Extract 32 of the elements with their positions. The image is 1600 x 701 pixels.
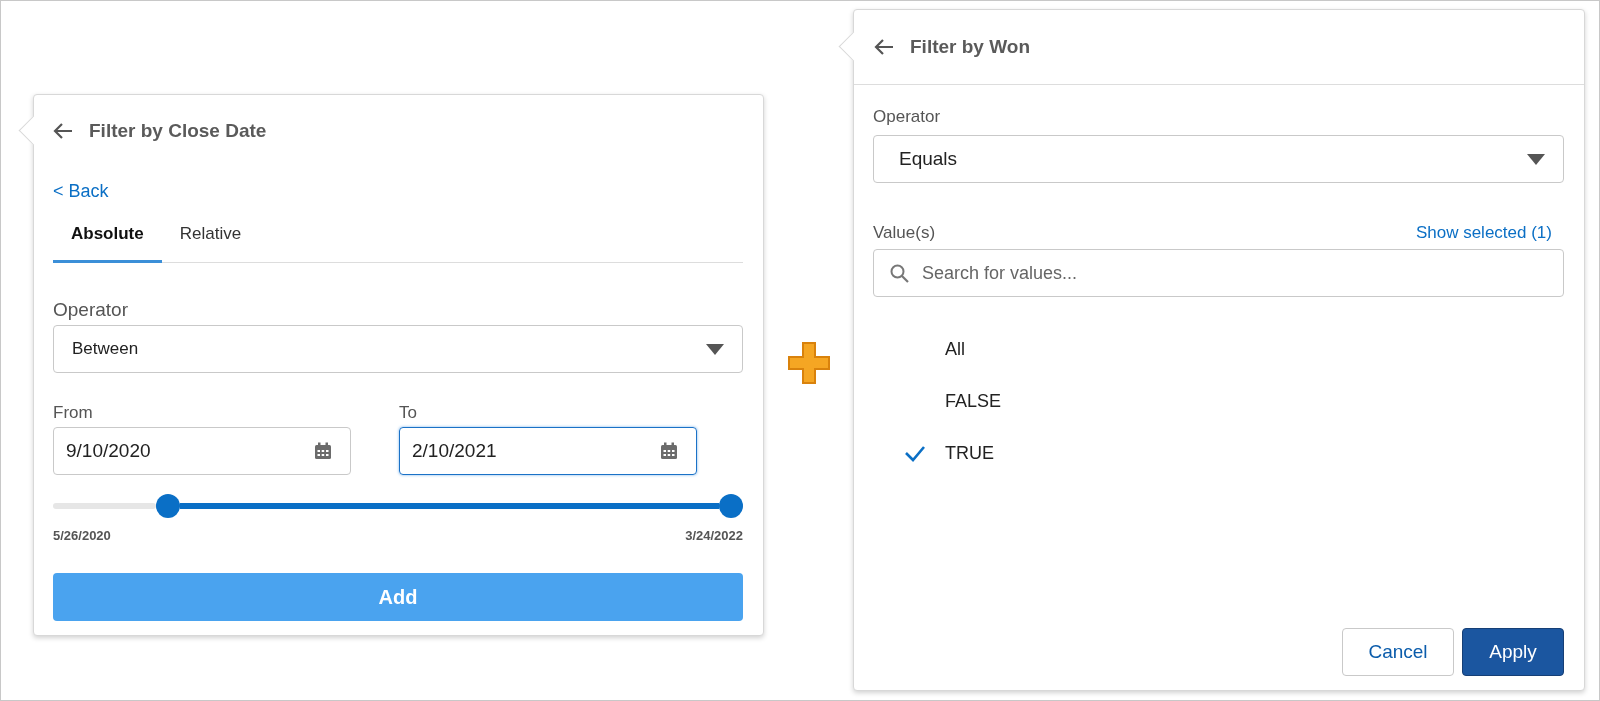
calendar-icon[interactable] — [314, 442, 332, 460]
dropdown-caret-icon — [706, 343, 724, 355]
slider-handle[interactable] — [719, 494, 743, 518]
cancel-button[interactable]: Cancel — [1342, 628, 1454, 676]
date-field[interactable]: 9/10/2020 — [53, 427, 351, 475]
dropdown-caret-icon — [1527, 153, 1545, 165]
field-label: To — [399, 403, 418, 423]
field-label: From — [53, 403, 94, 423]
apply-button[interactable]: Apply — [1462, 628, 1564, 676]
operator-dropdown[interactable]: Between — [53, 325, 743, 373]
panel-title: Filter by Close Date — [89, 120, 267, 142]
value-option[interactable]: FALSE — [873, 375, 1564, 427]
value-option[interactable]: TRUE — [873, 427, 1564, 479]
tab[interactable]: Relative — [161, 224, 260, 263]
slider-handle[interactable] — [156, 494, 181, 518]
panel-title: Filter by Won — [910, 36, 1030, 58]
field-label: Value(s) — [873, 223, 936, 243]
plus-icon — [786, 341, 831, 385]
back-arrow-icon[interactable] — [53, 122, 73, 140]
range-max-label: 3/24/2022 — [685, 528, 743, 543]
show-selected-link[interactable]: Show selected (1) — [1415, 223, 1552, 243]
date-field[interactable]: 2/10/2021 — [399, 427, 697, 475]
operator-dropdown[interactable]: Equals — [873, 135, 1564, 183]
back-arrow-icon[interactable] — [874, 38, 894, 56]
calendar-icon[interactable] — [660, 442, 678, 460]
tab[interactable]: Absolute — [53, 224, 162, 263]
range-min-label: 5/26/2020 — [53, 528, 111, 543]
back-link[interactable]: < Back — [53, 181, 109, 202]
field-label: Operator — [53, 299, 129, 321]
search-field[interactable]: Search for values... — [873, 249, 1564, 297]
field-label: Operator — [873, 107, 942, 127]
value-option[interactable]: All — [873, 323, 1564, 375]
